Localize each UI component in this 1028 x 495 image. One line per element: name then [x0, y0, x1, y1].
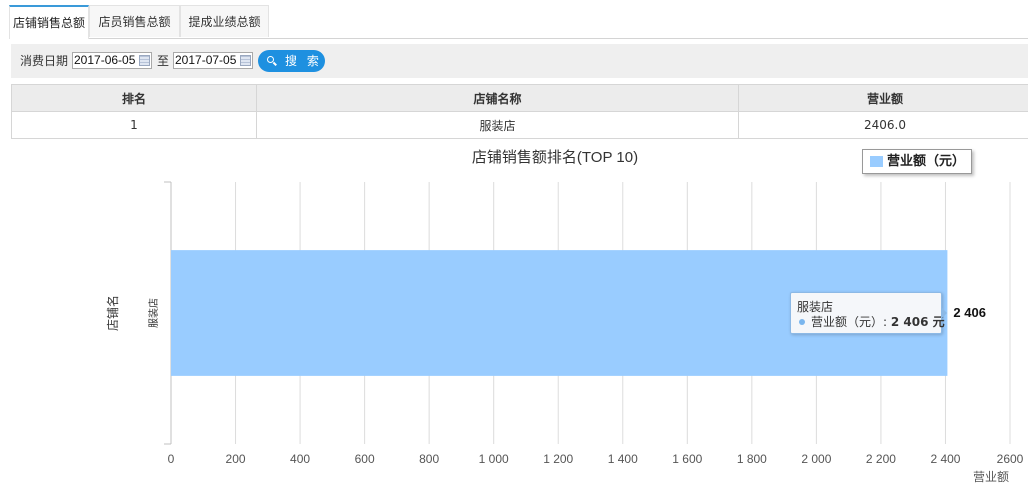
cell-rank: 1 [11, 111, 257, 139]
x-tick-label: 200 [226, 452, 246, 466]
x-tick-label: 0 [168, 452, 175, 466]
tab-commission[interactable]: 提成业绩总额 [180, 5, 269, 37]
chart-tooltip: 服装店 营业额（元）: 2 406 元 [790, 292, 945, 334]
search-button[interactable]: 搜 索 [258, 50, 325, 72]
ranking-table: 排名 店铺名称 营业额 1 服装店 2406.0 [11, 84, 1028, 139]
tab-store-sales[interactable]: 店铺销售总额 [9, 5, 89, 39]
tooltip-series-dot-icon [799, 319, 805, 325]
table-header-row: 排名 店铺名称 营业额 [11, 84, 1028, 112]
chart-legend[interactable]: 营业额（元） [862, 149, 972, 174]
x-tick-label: 1 600 [672, 452, 702, 466]
y-axis-title: 店铺名 [105, 295, 120, 331]
to-label: 至 [157, 54, 170, 68]
end-date-input[interactable]: 2017-07-05 [173, 52, 253, 69]
calendar-icon[interactable] [240, 55, 251, 66]
cell-revenue: 2406.0 [738, 111, 1028, 139]
x-tick-label: 2 000 [801, 452, 831, 466]
x-tick-label: 400 [290, 452, 310, 466]
search-icon [267, 56, 274, 63]
x-tick-label: 600 [355, 452, 375, 466]
y-category-label: 服装店 [147, 298, 160, 328]
date-label: 消费日期 [20, 54, 69, 68]
x-tick-label: 2 200 [866, 452, 896, 466]
bar-data-label: 2 406 [953, 305, 986, 320]
tooltip-arrow [941, 307, 947, 319]
tooltip-value: 2 406 元 [890, 315, 945, 329]
tooltip-series-row: 营业额（元）: 2 406 元 [811, 313, 945, 330]
x-tick-label: 2600 [997, 452, 1024, 466]
start-date-input[interactable]: 2017-06-05 [72, 52, 152, 69]
x-tick-label: 1 400 [608, 452, 638, 466]
filter-bar: 消费日期 2017-06-05 至 2017-07-05 搜 索 [11, 44, 1028, 78]
column-header-rank: 排名 [11, 84, 257, 112]
tab-staff-sales[interactable]: 店员销售总额 [89, 5, 180, 37]
start-date-value: 2017-06-05 [74, 53, 136, 67]
x-tick-label: 1 000 [479, 452, 509, 466]
x-tick-label: 2 400 [930, 452, 960, 466]
end-date-value: 2017-07-05 [175, 53, 237, 67]
chart-title: 店铺销售额排名(TOP 10) [472, 149, 638, 166]
legend-swatch [870, 156, 883, 167]
x-axis-title: 营业额 [973, 470, 1009, 484]
calendar-icon[interactable] [139, 55, 150, 66]
column-header-revenue: 营业额 [738, 84, 1028, 112]
x-tick-label: 1 800 [737, 452, 767, 466]
tab-bar: 店铺销售总额 店员销售总额 提成业绩总额 [9, 5, 1028, 39]
tooltip-series-label: 营业额（元）: [811, 315, 891, 329]
cell-store-name: 服装店 [256, 111, 739, 139]
column-header-store-name: 店铺名称 [256, 84, 739, 112]
x-tick-label: 800 [419, 452, 439, 466]
x-tick-label: 1 200 [543, 452, 573, 466]
legend-label: 营业额（元） [887, 154, 966, 169]
table-row[interactable]: 1 服装店 2406.0 [11, 111, 1028, 139]
search-button-label: 搜 索 [285, 54, 322, 68]
